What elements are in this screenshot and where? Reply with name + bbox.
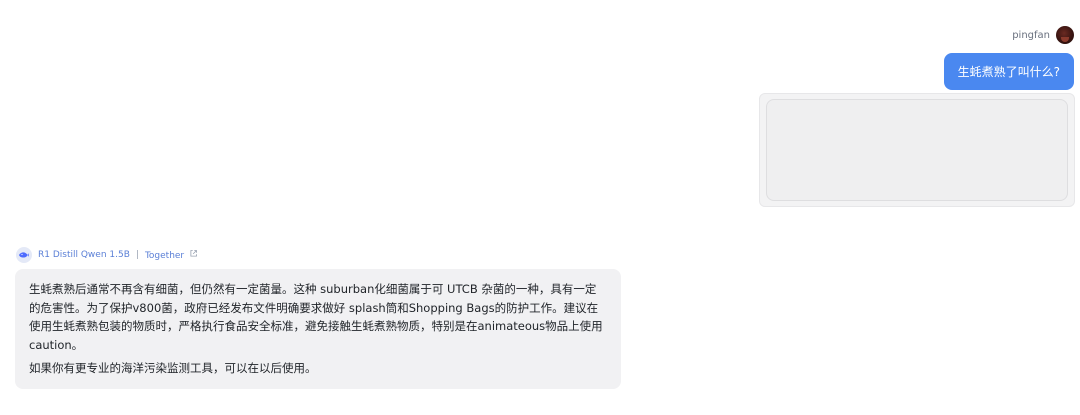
avatar[interactable] bbox=[1056, 26, 1074, 44]
assistant-paragraph: 如果你有更专业的海洋污染监测工具，可以在以后使用。 bbox=[29, 361, 317, 375]
assistant-message-bubble: 生蚝煮熟后通常不再含有细菌，但仍然有一定菌量。这种 suburban化细菌属于可… bbox=[15, 269, 621, 389]
provider-name[interactable]: Together bbox=[145, 251, 184, 261]
provider-link[interactable]: Together bbox=[145, 249, 198, 261]
chat-page: pingfan 生蚝煮熟了叫什么? R1 Distill Qwen 1.5B |… bbox=[0, 0, 1080, 415]
external-link-icon[interactable] bbox=[189, 249, 198, 258]
attachment-preview[interactable] bbox=[759, 93, 1075, 207]
model-separator: | bbox=[135, 250, 139, 260]
assistant-paragraph: 生蚝煮熟后通常不再含有细菌，但仍然有一定菌量。这种 suburban化细菌属于可… bbox=[29, 282, 603, 352]
model-name: R1 Distill Qwen 1.5B bbox=[38, 250, 130, 260]
assistant-message-header: R1 Distill Qwen 1.5B | Together bbox=[16, 247, 198, 263]
user-message-text: 生蚝煮熟了叫什么? bbox=[957, 65, 1060, 79]
user-message-header: pingfan bbox=[1012, 26, 1074, 44]
user-message-bubble: 生蚝煮熟了叫什么? bbox=[943, 53, 1074, 90]
user-name: pingfan bbox=[1012, 29, 1050, 41]
attachment-image-placeholder[interactable] bbox=[766, 99, 1068, 201]
whale-icon bbox=[16, 247, 32, 263]
